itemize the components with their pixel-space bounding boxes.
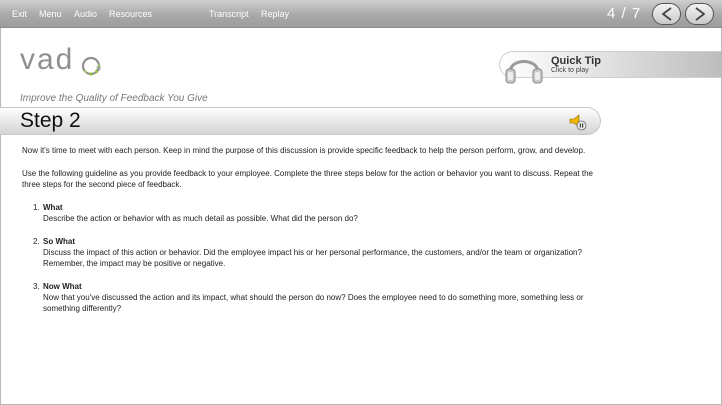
list-item: 1. What Describe the action or behavior … bbox=[22, 202, 612, 224]
headphones-icon bbox=[505, 60, 543, 84]
top-nav-bar: Exit Menu Audio Resources Transcript Rep… bbox=[0, 0, 722, 28]
list-item-text: Now that you've discussed the action and… bbox=[43, 293, 584, 313]
vado-logo: vad bbox=[20, 44, 110, 80]
list-item: 3. Now What Now that you've discussed th… bbox=[22, 281, 612, 314]
previous-page-button[interactable] bbox=[652, 3, 681, 25]
guideline-paragraph: Use the following guideline as you provi… bbox=[22, 169, 593, 189]
list-item-text: Describe the action or behavior with as … bbox=[43, 214, 358, 223]
intro-paragraph: Now it's time to meet with each person. … bbox=[22, 146, 586, 155]
list-item-number: 2. bbox=[33, 237, 40, 246]
steps-list: 1. What Describe the action or behavior … bbox=[22, 202, 612, 314]
speaker-icon[interactable] bbox=[568, 113, 588, 131]
chevron-left-icon bbox=[661, 7, 672, 21]
step-header-bar bbox=[0, 107, 601, 135]
step-title: Step 2 bbox=[20, 109, 81, 132]
resources-menu-item[interactable]: Resources bbox=[109, 9, 152, 19]
list-item-title: Now What bbox=[43, 282, 82, 291]
list-item-number: 3. bbox=[33, 282, 40, 291]
chevron-right-icon bbox=[694, 7, 705, 21]
exit-menu-item[interactable]: Exit bbox=[12, 9, 27, 19]
replay-menu-item[interactable]: Replay bbox=[261, 9, 289, 19]
audio-menu-item[interactable]: Audio bbox=[74, 9, 97, 19]
page-counter: 4 / 7 bbox=[607, 5, 642, 22]
lesson-content: Now it's time to meet with each person. … bbox=[22, 145, 612, 326]
next-page-button[interactable] bbox=[685, 3, 714, 25]
list-item-text: Discuss the impact of this action or beh… bbox=[43, 248, 582, 268]
list-item-title: So What bbox=[43, 237, 75, 246]
quick-tip-subtitle: Click to play bbox=[551, 67, 589, 74]
quick-tip-title: Quick Tip bbox=[551, 55, 601, 67]
list-item-number: 1. bbox=[33, 203, 40, 212]
list-item: 2. So What Discuss the impact of this ac… bbox=[22, 236, 612, 269]
logo-registered-mark: ® bbox=[96, 66, 102, 73]
transcript-menu-item[interactable]: Transcript bbox=[209, 9, 249, 19]
menu-menu-item[interactable]: Menu bbox=[39, 9, 62, 19]
lesson-subtitle: Improve the Quality of Feedback You Give bbox=[20, 93, 208, 104]
logo-text: vad bbox=[20, 43, 75, 76]
list-item-title: What bbox=[43, 203, 63, 212]
